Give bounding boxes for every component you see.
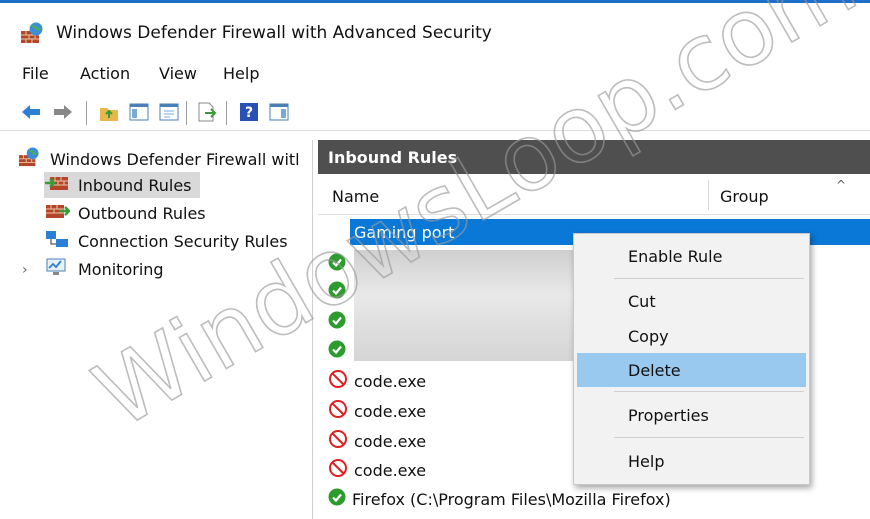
column-header-group[interactable]: Group bbox=[720, 187, 769, 206]
outbound-rules-label: Outbound Rules bbox=[78, 203, 206, 223]
sort-up-icon: ^ bbox=[836, 178, 847, 192]
pane-header: Inbound Rules bbox=[318, 140, 870, 174]
forward-arrow-icon[interactable] bbox=[52, 101, 74, 123]
menu-item-help[interactable]: Help bbox=[577, 444, 806, 478]
action-pane-icon[interactable] bbox=[268, 101, 290, 123]
rule-row[interactable]: code.exe bbox=[328, 427, 426, 455]
tree-item-outbound-rules[interactable]: Outbound Rules bbox=[44, 200, 206, 226]
selected-rule-name: Gaming port bbox=[354, 223, 455, 242]
menu-item-label: Copy bbox=[628, 327, 669, 346]
firewall-app-icon bbox=[20, 22, 44, 48]
monitoring-icon bbox=[44, 257, 70, 281]
blurred-rule-names bbox=[354, 250, 576, 361]
menu-bar: File Action View Help bbox=[0, 62, 870, 90]
title-bar: Windows Defender Firewall with Advanced … bbox=[0, 12, 870, 52]
menu-item-enable-rule[interactable]: Enable Rule bbox=[577, 239, 806, 273]
allow-check-icon bbox=[328, 281, 346, 303]
column-header-row: Name Group ^ bbox=[318, 176, 870, 215]
toolbar-separator bbox=[86, 101, 87, 125]
up-folder-icon[interactable] bbox=[98, 101, 120, 123]
show-hide-tree-icon[interactable] bbox=[128, 101, 150, 123]
menu-item-cut[interactable]: Cut bbox=[577, 284, 806, 318]
menu-action[interactable]: Action bbox=[80, 64, 130, 83]
block-icon bbox=[328, 458, 348, 482]
console-tree: Windows Defender Firewall witl Inbound R… bbox=[0, 140, 313, 519]
menu-item-label: Properties bbox=[628, 406, 709, 425]
block-icon bbox=[328, 399, 348, 423]
inbound-rules-label: Inbound Rules bbox=[78, 175, 192, 195]
rule-name: code.exe bbox=[354, 371, 427, 391]
allow-check-icon bbox=[328, 311, 346, 333]
svg-text:?: ? bbox=[245, 105, 253, 121]
toolbar-separator bbox=[186, 101, 187, 125]
menu-file[interactable]: File bbox=[22, 64, 49, 83]
rule-row[interactable]: Firefox (C:\Program Files\Mozilla Firefo… bbox=[328, 485, 671, 513]
menu-separator bbox=[614, 437, 804, 438]
tree-root-label: Windows Defender Firewall witl bbox=[50, 149, 300, 169]
tree-item-connection-security-rules[interactable]: Connection Security Rules bbox=[44, 228, 288, 254]
rule-name: code.exe bbox=[354, 431, 427, 451]
rule-name: code.exe bbox=[354, 401, 427, 421]
rule-name: code.exe bbox=[354, 460, 427, 480]
tree-item-inbound-rules[interactable]: Inbound Rules bbox=[44, 172, 200, 198]
firewall-icon bbox=[18, 147, 40, 171]
outbound-rules-icon bbox=[44, 202, 71, 224]
inbound-rules-icon bbox=[44, 174, 70, 196]
back-arrow-icon[interactable] bbox=[20, 101, 42, 123]
menu-separator bbox=[614, 391, 804, 392]
title-accent-strip bbox=[0, 0, 870, 3]
help-icon[interactable]: ? bbox=[238, 101, 260, 123]
menu-item-label: Help bbox=[628, 452, 665, 471]
tree-root[interactable]: Windows Defender Firewall witl bbox=[18, 146, 300, 172]
context-menu: Enable Rule Cut Copy Delete Properties H… bbox=[573, 233, 810, 485]
menu-item-label: Cut bbox=[628, 292, 656, 311]
menu-item-properties[interactable]: Properties bbox=[577, 398, 806, 432]
menu-item-label: Delete bbox=[628, 361, 681, 380]
menu-separator bbox=[614, 278, 804, 279]
allow-check-icon bbox=[328, 253, 346, 275]
allow-check-icon bbox=[328, 488, 346, 510]
chevron-right-icon[interactable]: › bbox=[22, 262, 28, 278]
window-title: Windows Defender Firewall with Advanced … bbox=[56, 23, 492, 43]
toolbar: ? bbox=[0, 96, 870, 131]
menu-item-copy[interactable]: Copy bbox=[577, 319, 806, 353]
column-divider[interactable] bbox=[708, 180, 709, 210]
rule-row[interactable]: code.exe bbox=[328, 397, 426, 425]
allow-check-icon bbox=[328, 340, 346, 362]
menu-help[interactable]: Help bbox=[223, 64, 259, 83]
menu-item-label: Enable Rule bbox=[628, 247, 723, 266]
toolbar-separator bbox=[226, 101, 227, 125]
connection-security-rules-label: Connection Security Rules bbox=[78, 231, 288, 251]
connection-security-icon bbox=[44, 229, 70, 253]
export-icon[interactable] bbox=[196, 101, 218, 123]
rule-row[interactable]: code.exe bbox=[328, 456, 426, 484]
console-icon[interactable] bbox=[158, 101, 180, 123]
monitoring-label: Monitoring bbox=[78, 259, 164, 279]
rule-name: Firefox (C:\Program Files\Mozilla Firefo… bbox=[352, 489, 671, 509]
rule-row[interactable]: code.exe bbox=[328, 367, 426, 395]
menu-item-delete[interactable]: Delete bbox=[577, 353, 806, 387]
block-icon bbox=[328, 429, 348, 453]
pane-header-title: Inbound Rules bbox=[328, 148, 458, 167]
block-icon bbox=[328, 369, 348, 393]
tree-item-monitoring[interactable]: Monitoring bbox=[44, 256, 164, 282]
column-header-name[interactable]: Name bbox=[332, 187, 379, 206]
menu-view[interactable]: View bbox=[159, 64, 197, 83]
